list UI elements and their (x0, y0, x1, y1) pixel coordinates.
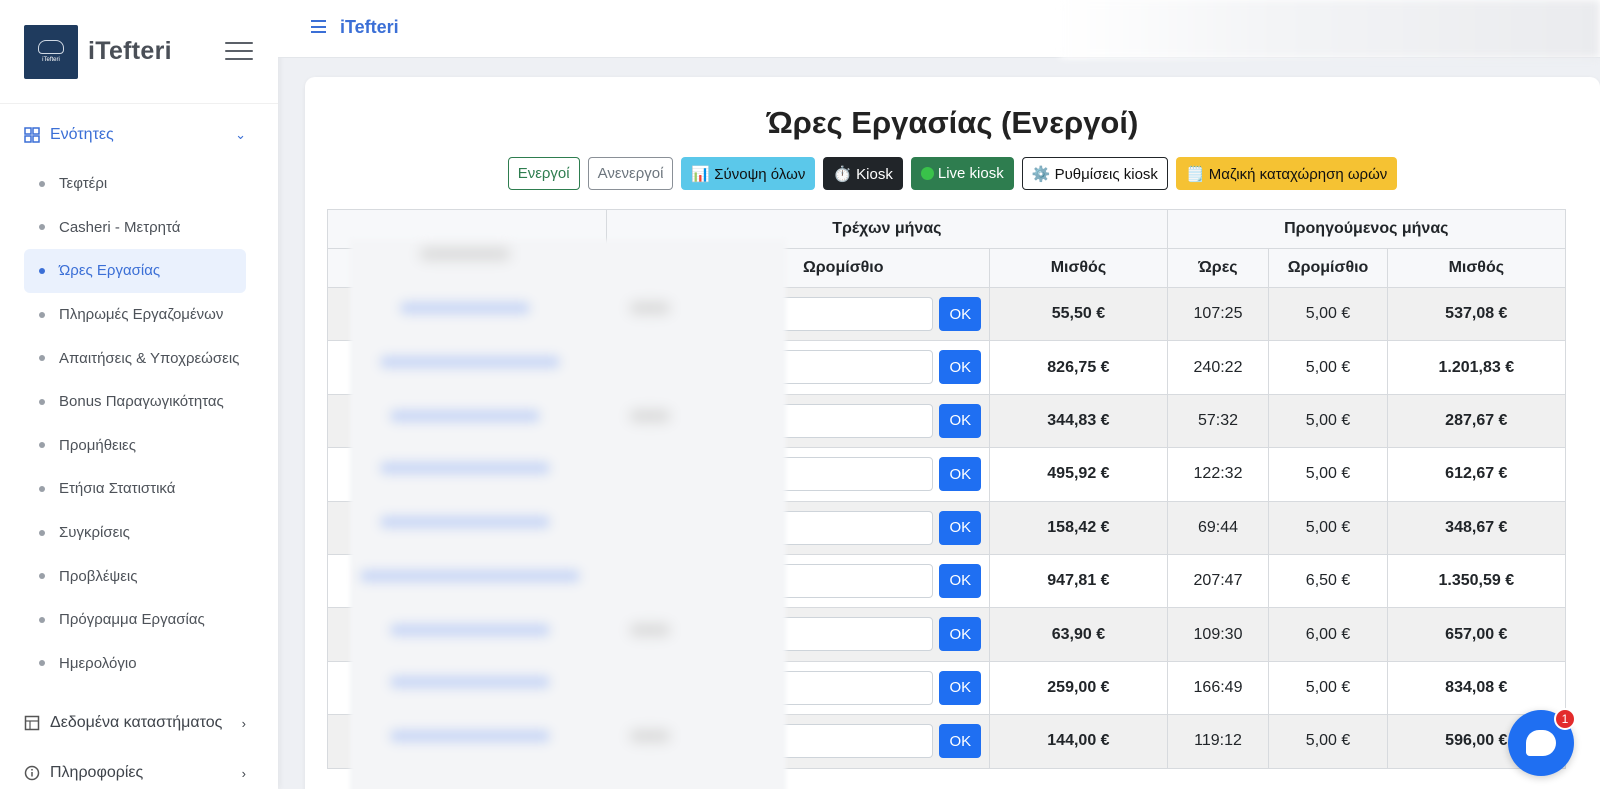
previous-hours: 57:32 (1166, 393, 1270, 449)
previous-salary: 834,08 € (1386, 660, 1567, 716)
sidebar-section-label: Πληροφορίες (50, 764, 144, 781)
current-salary: 144,00 € (989, 714, 1168, 769)
current-salary: 259,00 € (989, 660, 1168, 716)
previous-salary: 287,67 € (1386, 393, 1567, 449)
sidebar-section-label: Δεδομένα καταστήματος (50, 714, 223, 731)
previous-hours: 122:32 (1166, 447, 1270, 502)
sidebar-nav: Τεφτέρι Casheri - Μετρητά Ώρες Εργασίας … (24, 162, 246, 685)
previous-rate: 5,00 € (1268, 500, 1388, 555)
page-title: Ώρες Εργασίας (Ενεργοί) (766, 105, 1139, 140)
sidebar-toggle-icon[interactable] (225, 42, 253, 60)
sidebar-item-work-schedule[interactable]: Πρόγραμμα Εργασίας (24, 598, 246, 642)
menu-icon[interactable] (311, 20, 326, 33)
sidebar-item-comparisons[interactable]: Συγκρίσεις (24, 511, 246, 555)
green-circle-icon (920, 167, 934, 180)
ok-button[interactable]: OK (939, 724, 982, 759)
previous-salary: 1.350,59 € (1386, 553, 1567, 609)
previous-rate: 5,00 € (1268, 340, 1388, 395)
current-salary: 826,75 € (989, 340, 1168, 395)
previous-salary: 657,00 € (1386, 607, 1567, 662)
chevron-down-icon: ⌄ (235, 127, 246, 142)
active-employees-button[interactable]: Ενεργοί (507, 157, 580, 190)
chat-notification-badge: 1 (1554, 708, 1576, 730)
sidebar-item-employee-payments[interactable]: Πληρωμές Εργαζομένων (24, 293, 246, 337)
current-salary: 947,81 € (989, 553, 1168, 609)
sidebar-item-productivity-bonus[interactable]: Bonus Παραγωγικότητας (24, 380, 246, 424)
previous-salary: 612,67 € (1386, 447, 1567, 502)
ok-button[interactable]: OK (939, 510, 982, 545)
sidebar-item-claims-obligations[interactable]: Απαιτήσεις & Υποχρεώσεις (24, 336, 246, 380)
sidebar-item-tefteri[interactable]: Τεφτέρι (24, 162, 246, 206)
logo-text: iTefteri (42, 57, 60, 63)
table-header-previous-rate: Ωρομίσθιο (1268, 248, 1388, 288)
summary-all-button[interactable]: 📊 Σύνοψη όλων (681, 157, 816, 190)
kiosk-button[interactable]: ⏱️ Kiosk (823, 157, 903, 190)
app-name: iTefteri (88, 37, 172, 65)
previous-rate: 5,00 € (1268, 286, 1388, 342)
previous-hours: 207:47 (1166, 553, 1270, 609)
current-salary: 344,83 € (989, 393, 1168, 449)
live-kiosk-button[interactable]: Live kiosk (910, 157, 1014, 190)
chat-bubble-icon (1526, 730, 1556, 756)
sidebar-item-annual-stats[interactable]: Ετήσια Στατιστικά (24, 467, 246, 511)
info-icon (24, 765, 40, 781)
current-salary: 55,50 € (989, 286, 1168, 342)
sidebar-section-info[interactable]: Πληροφορίες › (24, 764, 246, 782)
current-salary: 63,90 € (989, 607, 1168, 662)
previous-rate: 6,00 € (1268, 607, 1388, 662)
ok-button[interactable]: OK (939, 563, 982, 598)
current-salary: 158,42 € (989, 500, 1168, 555)
previous-rate: 5,00 € (1268, 393, 1388, 449)
table-header-previous-hours: Ώρες (1166, 248, 1270, 288)
previous-rate: 5,00 € (1268, 714, 1388, 769)
previous-hours: 166:49 (1166, 660, 1270, 716)
previous-rate: 5,00 € (1268, 660, 1388, 716)
blurred-user-area (1060, 0, 1600, 58)
chevron-right-icon: › (241, 715, 246, 731)
sidebar: iTefteri iTefteri Ενότητες ⌄ Τεφτέρι Cas… (0, 0, 278, 789)
previous-rate: 5,00 € (1268, 447, 1388, 502)
previous-rate: 6,50 € (1268, 553, 1388, 609)
app-logo[interactable]: iTefteri (24, 24, 78, 79)
top-bar: iTefteri (278, 0, 1600, 58)
grid-icon (24, 127, 40, 143)
table-header-previous-salary: Μισθός (1386, 248, 1567, 288)
chevron-right-icon: › (241, 765, 246, 781)
previous-hours: 240:22 (1166, 340, 1270, 395)
live-kiosk-label: Live kiosk (937, 165, 1004, 182)
chat-widget-button[interactable]: 1 (1508, 708, 1576, 776)
ok-button[interactable]: OK (939, 297, 982, 331)
current-salary: 495,92 € (989, 447, 1168, 502)
ok-button[interactable]: OK (939, 403, 982, 438)
kiosk-settings-button[interactable]: ⚙️ Ρυθμίσεις kiosk (1021, 157, 1168, 190)
ok-button[interactable]: OK (939, 617, 982, 652)
mass-hours-entry-button[interactable]: 🗒️ Μαζική καταχώρηση ωρών (1175, 157, 1398, 190)
sidebar-section-modules[interactable]: Ενότητες ⌄ (24, 126, 246, 144)
ok-button[interactable]: OK (939, 670, 982, 705)
sidebar-item-casheri[interactable]: Casheri - Μετρητά (24, 206, 246, 250)
ok-button[interactable]: OK (939, 457, 982, 492)
previous-hours: 69:44 (1166, 500, 1270, 555)
inactive-employees-button[interactable]: Ανενεργοί (587, 157, 674, 190)
ok-button[interactable]: OK (939, 350, 982, 385)
sidebar-section-store-data[interactable]: Δεδομένα καταστήματος › (24, 714, 246, 732)
previous-salary: 1.201,83 € (1386, 340, 1567, 395)
sidebar-section-label: Ενότητες (50, 126, 114, 143)
cloud-icon (38, 40, 64, 54)
previous-hours: 109:30 (1166, 607, 1270, 662)
previous-hours: 107:25 (1166, 286, 1270, 342)
table-icon (24, 715, 40, 731)
previous-salary: 348,67 € (1386, 500, 1567, 555)
table-header-previous-month: Προηγούμενος μήνας (1166, 209, 1567, 249)
top-bar-title[interactable]: iTefteri (340, 17, 399, 38)
privacy-blur-overlay (350, 240, 786, 789)
sidebar-item-forecasts[interactable]: Προβλέψεις (24, 554, 246, 598)
previous-hours: 119:12 (1166, 714, 1270, 769)
sidebar-item-work-hours[interactable]: Ώρες Εργασίας (24, 249, 246, 293)
sidebar-item-commissions[interactable]: Προμήθειες (24, 424, 246, 468)
action-buttons: Ενεργοί Ανενεργοί 📊 Σύνοψη όλων ⏱️ Kiosk… (305, 157, 1600, 190)
table-header-current-salary: Μισθός (989, 248, 1168, 288)
sidebar-item-calendar[interactable]: Ημερολόγιο (24, 642, 246, 686)
previous-salary: 537,08 € (1386, 286, 1567, 342)
